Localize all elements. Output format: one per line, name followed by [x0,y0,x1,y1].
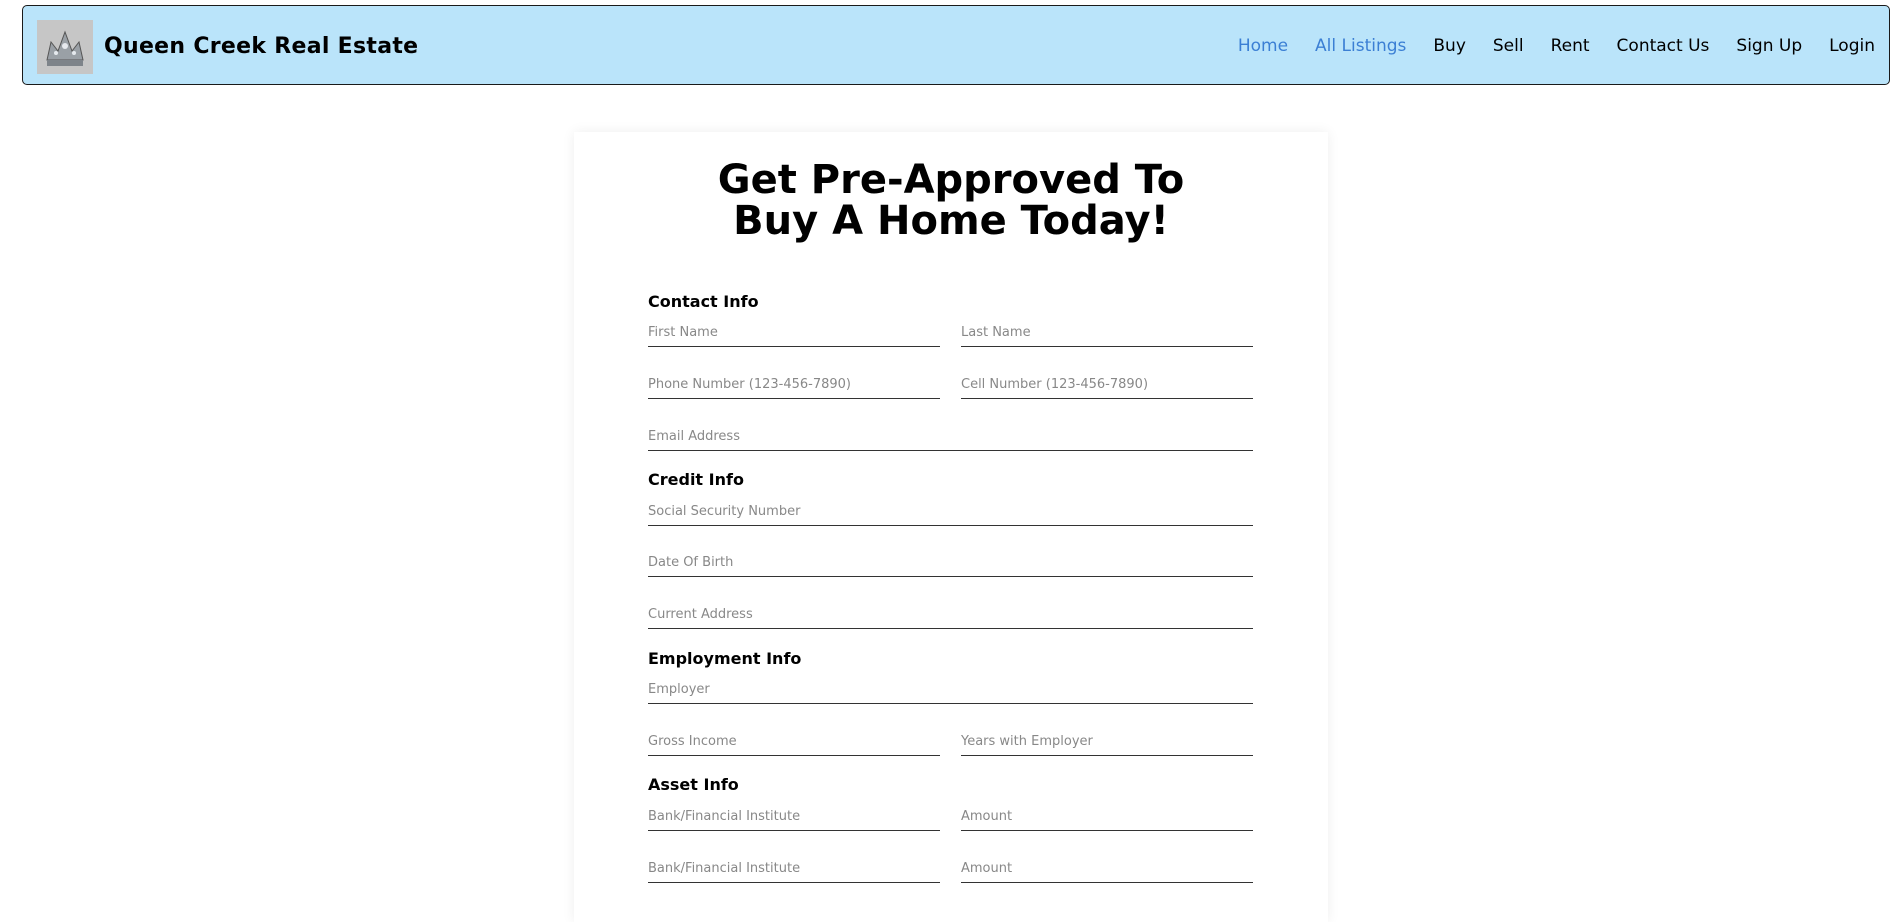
section-employment-info: Employment Info [648,649,802,668]
nav-sign-up[interactable]: Sign Up [1736,36,1802,56]
section-credit-info: Credit Info [648,470,744,489]
nav-buy[interactable]: Buy [1433,36,1466,56]
nav-sell[interactable]: Sell [1493,36,1524,56]
pre-approval-form-card: Get Pre-Approved To Buy A Home Today! Co… [574,132,1328,922]
section-contact-info: Contact Info [648,292,759,311]
cell-number-field[interactable] [961,375,1253,399]
ssn-field[interactable] [648,502,1253,526]
nav-links: Home All Listings Buy Sell Rent Contact … [1238,36,1875,56]
nav-all-listings[interactable]: All Listings [1315,36,1406,56]
email-address-field[interactable] [648,427,1253,451]
amount-field-1[interactable] [961,807,1253,831]
amount-field-2[interactable] [961,859,1253,883]
section-asset-info: Asset Info [648,775,739,794]
nav-login[interactable]: Login [1829,36,1875,56]
brand-name[interactable]: Queen Creek Real Estate [104,34,418,59]
employer-field[interactable] [648,680,1253,704]
crown-icon [37,20,93,74]
nav-home[interactable]: Home [1238,36,1288,56]
current-address-field[interactable] [648,605,1253,629]
bank-institute-field-2[interactable] [648,859,940,883]
logo-image[interactable] [37,20,93,74]
bank-institute-field-1[interactable] [648,807,940,831]
years-with-employer-field[interactable] [961,732,1253,756]
nav-contact-us[interactable]: Contact Us [1617,36,1710,56]
gross-income-field[interactable] [648,732,940,756]
first-name-field[interactable] [648,323,940,347]
last-name-field[interactable] [961,323,1253,347]
page-title: Get Pre-Approved To Buy A Home Today! [717,157,1185,244]
phone-number-field[interactable] [648,375,940,399]
date-of-birth-field[interactable] [648,553,1253,577]
navbar: Queen Creek Real Estate Home All Listing… [22,5,1890,85]
nav-rent[interactable]: Rent [1551,36,1590,56]
